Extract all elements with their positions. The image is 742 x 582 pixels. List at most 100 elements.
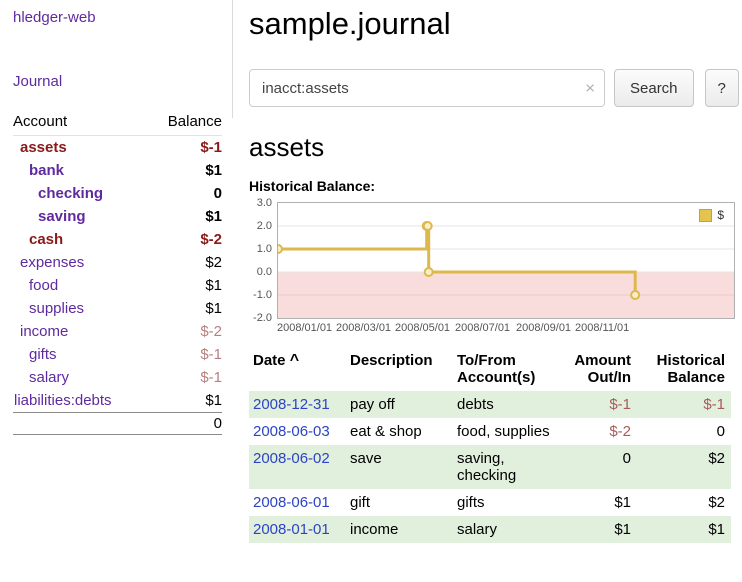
accounts-header-balance: Balance — [148, 110, 222, 136]
chart-legend: $ — [697, 207, 726, 223]
y-tick-label: -2.0 — [253, 312, 272, 324]
transaction-amount: $1 — [557, 489, 637, 516]
account-heading: assets — [249, 132, 739, 163]
account-row: cash$-2 — [13, 228, 222, 251]
legend-swatch-icon — [699, 209, 712, 222]
x-tick-label: 2008/11/01 — [575, 322, 629, 334]
y-tick-label: 1.0 — [257, 243, 272, 255]
transaction-amount: $-2 — [557, 418, 637, 445]
account-balance: $-1 — [148, 366, 222, 389]
transaction-balance: $-1 — [637, 391, 731, 418]
transaction-balance: $1 — [637, 516, 731, 543]
account-balance: $-1 — [148, 136, 222, 160]
transaction-accounts: gifts — [453, 489, 557, 516]
transaction-balance: $2 — [637, 489, 731, 516]
sort-ascending-icon: ^ — [290, 352, 299, 369]
transaction-date-link[interactable]: 2008-06-01 — [253, 494, 330, 511]
accounts-header-account: Account — [13, 110, 148, 136]
register-header-row: Date ^ Description To/From Account(s) Am… — [249, 349, 731, 391]
account-link[interactable]: supplies — [13, 300, 84, 317]
accounts-table: Account Balance assets $-1 bank $1 checking 0… — [13, 110, 222, 435]
transaction-date-link[interactable]: 2008-06-02 — [253, 450, 330, 467]
register-header-description: Description — [346, 349, 453, 391]
transaction-row: 2008-06-03 eat & shopfood, supplies$-20 — [249, 418, 731, 445]
page-title: sample.journal — [249, 6, 739, 42]
account-link[interactable]: bank — [13, 162, 64, 179]
account-balance: $1 — [148, 389, 222, 413]
x-tick-label: 2008/07/01 — [455, 322, 510, 334]
account-balance: $1 — [148, 274, 222, 297]
account-balance: $1 — [148, 159, 222, 182]
search-input[interactable] — [249, 69, 605, 107]
app-title-link[interactable]: hledger-web — [13, 9, 222, 26]
balance-chart: 3.02.01.00.0-1.0-2.0 $ 2008/01/012008/03… — [249, 202, 739, 336]
transaction-balance: 0 — [637, 418, 731, 445]
transaction-date-link[interactable]: 2008-01-01 — [253, 521, 330, 538]
account-row: saving $1 — [13, 205, 222, 228]
account-row: liabilities:debts $1 — [13, 389, 222, 413]
x-tick-label: 2008/03/01 — [336, 322, 391, 334]
account-balance: 0 — [148, 182, 222, 205]
account-link[interactable]: expenses — [13, 254, 84, 271]
account-row: gifts $-1 — [13, 343, 222, 366]
transaction-date-link[interactable]: 2008-12-31 — [253, 396, 330, 413]
account-link[interactable]: saving — [13, 208, 86, 225]
chart-title: Historical Balance: — [249, 178, 739, 194]
accounts-header-row: Account Balance — [13, 110, 222, 136]
transaction-amount: 0 — [557, 445, 637, 489]
account-link[interactable]: income — [13, 323, 68, 340]
transaction-row: 2008-06-02savesaving, checking0$2 — [249, 445, 731, 489]
register-header-balance: Historical Balance — [637, 349, 731, 391]
transaction-description: pay off — [346, 391, 453, 418]
search-button[interactable]: Search — [614, 69, 694, 107]
legend-label: $ — [717, 208, 724, 222]
transaction-description: eat & shop — [346, 418, 453, 445]
account-row: bank $1 — [13, 159, 222, 182]
transaction-accounts: food, supplies — [453, 418, 557, 445]
account-row: supplies $1 — [13, 297, 222, 320]
transaction-row: 2008-12-31pay offdebts$-1$-1 — [249, 391, 731, 418]
account-row: checking 0 — [13, 182, 222, 205]
y-tick-label: -1.0 — [253, 289, 272, 301]
account-link[interactable]: cash — [13, 231, 63, 248]
account-row: income$-2 — [13, 320, 222, 343]
y-tick-label: 3.0 — [257, 197, 272, 209]
account-row: food $1 — [13, 274, 222, 297]
journal-link[interactable]: Journal — [13, 73, 222, 90]
transaction-amount: $1 — [557, 516, 637, 543]
account-balance: $1 — [148, 297, 222, 320]
search-form: × Search ? — [249, 69, 739, 107]
transaction-row: 2008-01-01incomesalary$1$1 — [249, 516, 731, 543]
account-link[interactable]: gifts — [13, 346, 57, 363]
hledger-web-app: hledger-web Journal Account Balance asse… — [0, 0, 742, 543]
account-row: expenses$2 — [13, 251, 222, 274]
transaction-accounts: saving, checking — [453, 445, 557, 489]
account-link[interactable]: liabilities:debts — [13, 392, 112, 409]
transaction-amount: $-1 — [557, 391, 637, 418]
register-header-date[interactable]: Date ^ — [249, 349, 346, 391]
x-tick-label: 2008/01/01 — [277, 322, 332, 334]
transaction-description: gift — [346, 489, 453, 516]
account-row: salary $-1 — [13, 366, 222, 389]
account-link[interactable]: salary — [13, 369, 69, 386]
clear-search-icon[interactable]: × — [585, 80, 595, 97]
transaction-balance: $2 — [637, 445, 731, 489]
account-row: assets $-1 — [13, 136, 222, 160]
account-link[interactable]: food — [13, 277, 58, 294]
account-link[interactable]: assets — [13, 139, 67, 156]
sidebar: hledger-web Journal Account Balance asse… — [0, 0, 233, 543]
transaction-date-link[interactable]: 2008-06-03 — [253, 423, 330, 440]
register-header-accounts: To/From Account(s) — [453, 349, 557, 391]
sidebar-divider — [232, 0, 233, 118]
main-content: sample.journal × Search ? assets Histori… — [233, 0, 742, 543]
x-tick-label: 2008/09/01 — [516, 322, 571, 334]
x-tick-label: 2008/05/01 — [395, 322, 450, 334]
account-balance: $-1 — [148, 343, 222, 366]
chart-plot-area: $ — [277, 202, 735, 319]
register-header-amount: Amount Out/In — [557, 349, 637, 391]
chart-canvas — [278, 203, 734, 318]
account-balance: $1 — [148, 205, 222, 228]
account-link[interactable]: checking — [13, 185, 103, 202]
y-tick-label: 0.0 — [257, 266, 272, 278]
help-button[interactable]: ? — [705, 69, 739, 107]
